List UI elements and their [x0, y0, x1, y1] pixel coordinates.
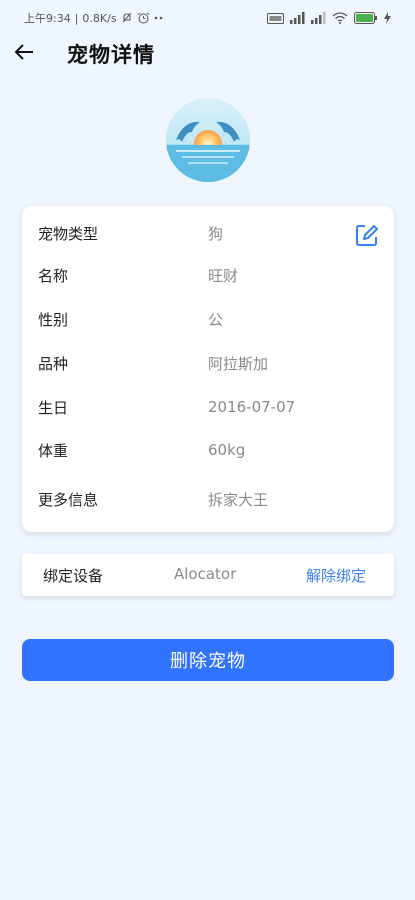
status-divider: | — [74, 11, 79, 25]
arrow-left-icon — [14, 43, 34, 65]
info-value: 拆家大王 — [208, 490, 269, 509]
bound-device-bar: 绑定设备 Alocator 解除绑定 — [22, 554, 394, 596]
alarm-icon — [137, 12, 150, 24]
battery-icon — [354, 12, 378, 24]
info-row-pet-type: 宠物类型 狗 — [22, 218, 394, 248]
delete-pet-button[interactable]: 删除宠物 — [22, 639, 394, 681]
status-left: 上午9:34 | 0.8K/s — [24, 10, 164, 26]
info-row-breed: 品种 阿拉斯加 — [22, 348, 394, 378]
info-row-more-info: 更多信息 拆家大王 — [22, 484, 394, 514]
mute-icon — [121, 12, 133, 24]
info-value: 2016-07-07 — [208, 398, 296, 416]
page-title: 宠物详情 — [67, 43, 155, 67]
info-row-gender: 性别 公 — [22, 304, 394, 334]
info-label: 生日 — [38, 398, 69, 417]
dolphins-sunset-avatar — [166, 98, 250, 182]
info-value: 旺财 — [208, 266, 239, 285]
header: 宠物详情 — [0, 36, 415, 72]
wifi-icon — [332, 12, 348, 24]
info-label: 名称 — [38, 266, 69, 285]
status-network-speed: 0.8K/s — [82, 11, 117, 25]
more-icon — [154, 15, 164, 21]
signal-icon — [290, 12, 305, 24]
back-button[interactable] — [10, 40, 38, 68]
status-right — [267, 12, 391, 24]
info-row-weight: 体重 60kg — [22, 435, 394, 465]
pet-info-card: 宠物类型 狗 名称 旺财 性别 公 品种 阿拉斯加 生日 2016-07-07 … — [22, 206, 394, 532]
info-row-name: 名称 旺财 — [22, 260, 394, 290]
info-value: 狗 — [208, 224, 224, 243]
info-value: 阿拉斯加 — [208, 354, 269, 373]
info-label: 宠物类型 — [38, 224, 99, 243]
device-value: Alocator — [174, 565, 237, 583]
charging-icon — [384, 12, 391, 24]
pet-avatar[interactable] — [166, 98, 250, 182]
info-label: 性别 — [38, 310, 69, 329]
info-label: 更多信息 — [38, 490, 99, 509]
status-time: 上午9:34 — [24, 12, 71, 25]
info-value: 公 — [208, 310, 224, 329]
info-label: 体重 — [38, 441, 69, 460]
signal-icon — [311, 12, 326, 24]
info-value: 60kg — [208, 441, 246, 459]
device-label: 绑定设备 — [43, 567, 104, 585]
info-label: 品种 — [38, 354, 69, 373]
status-bar: 上午9:34 | 0.8K/s — [0, 0, 415, 36]
volte-icon — [267, 12, 284, 24]
info-row-birthday: 生日 2016-07-07 — [22, 392, 394, 422]
unbind-device-button[interactable]: 解除绑定 — [306, 565, 366, 586]
